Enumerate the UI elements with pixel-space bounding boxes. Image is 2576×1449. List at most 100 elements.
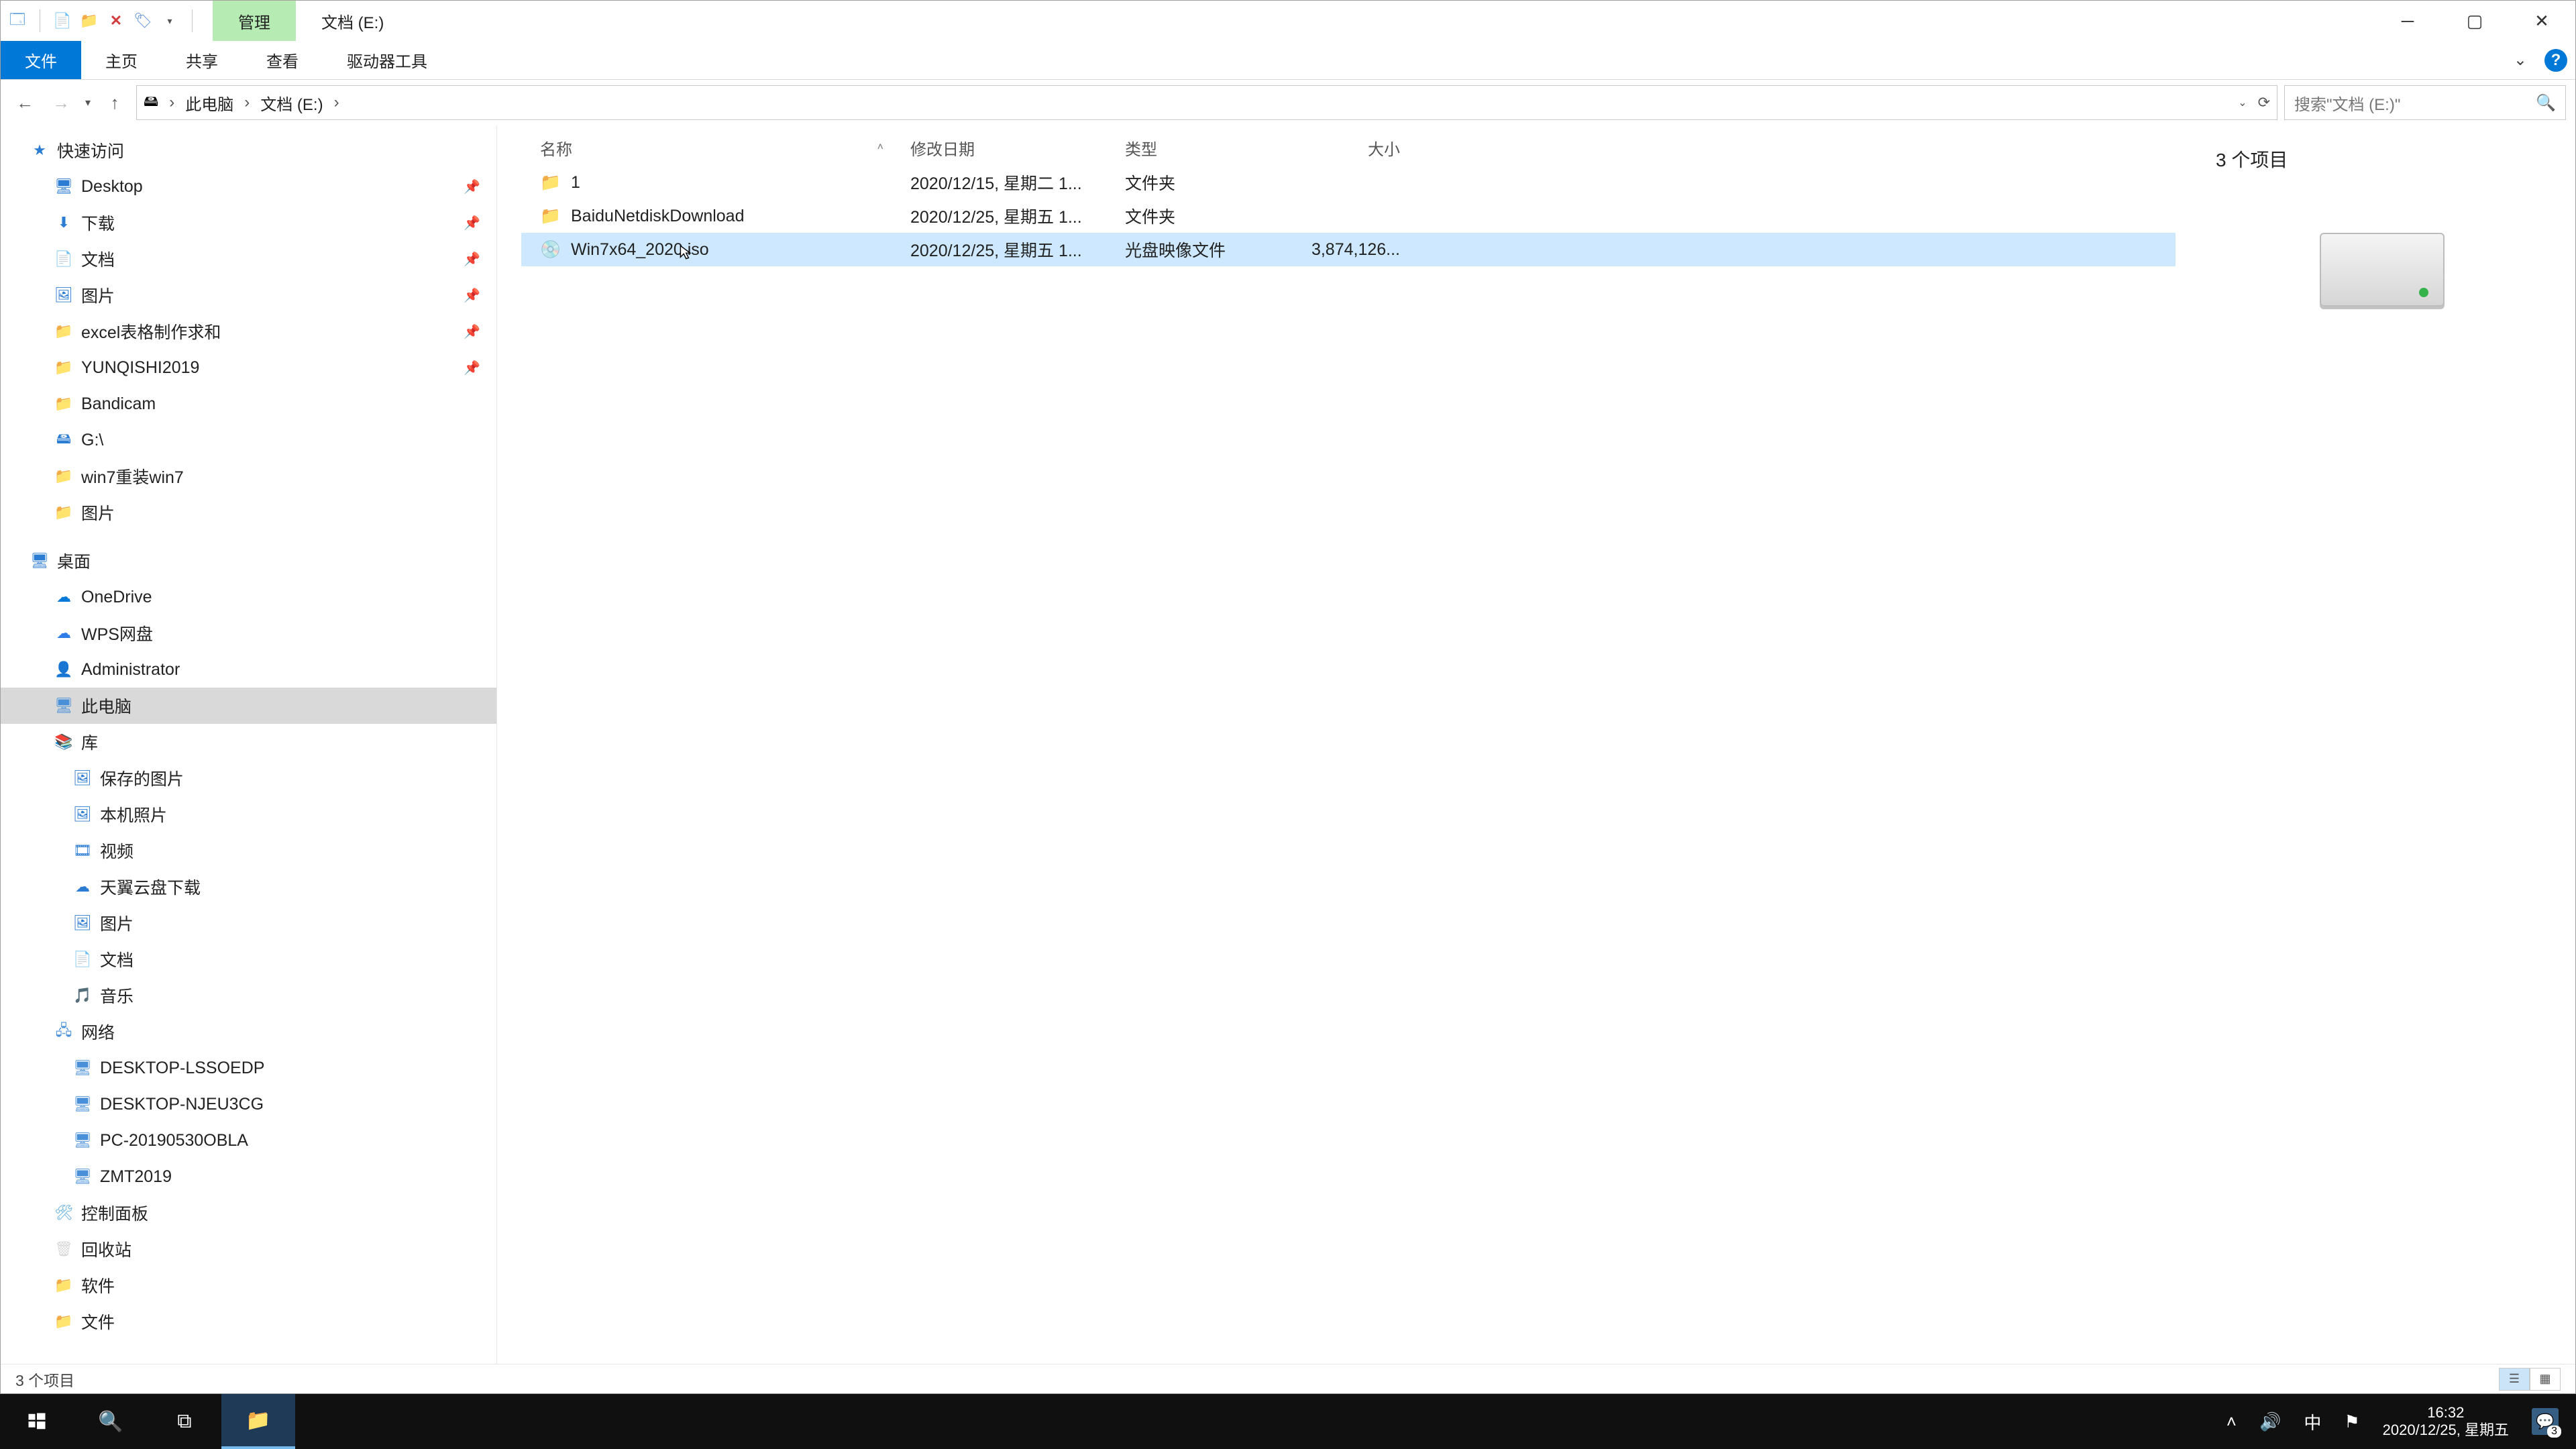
tree-label: YUNQISHI2019 — [81, 358, 199, 378]
tree-thispc[interactable]: 🖥此电脑 — [1, 688, 496, 724]
taskbar-clock[interactable]: 16:32 2020/12/25, 星期五 — [2383, 1404, 2509, 1440]
picture-icon: 🖼 — [73, 769, 92, 788]
preview-title: 3 个项目 — [2216, 146, 2288, 172]
file-row[interactable]: 📁BaiduNetdiskDownload2020/12/25, 星期五 1..… — [521, 199, 2176, 233]
search-icon[interactable]: 🔍 — [2536, 93, 2556, 113]
tree-label: DESKTOP-NJEU3CG — [100, 1095, 264, 1114]
breadcrumb-sep[interactable]: › — [330, 93, 343, 112]
tree-videos[interactable]: 🎞视频 — [1, 833, 496, 869]
tree-downloads[interactable]: ⬇下载📌 — [1, 205, 496, 241]
forward-button[interactable]: → — [46, 88, 76, 117]
tree-quick-access[interactable]: ★快速访问 — [1, 132, 496, 168]
start-button[interactable] — [0, 1394, 74, 1449]
breadcrumb-sep[interactable]: › — [165, 93, 178, 112]
file-row[interactable]: 📁12020/12/15, 星期二 1...文件夹 — [521, 166, 2176, 199]
system-tray: ˄ 🔊 中 ⚑ 16:32 2020/12/25, 星期五 💬3 — [2209, 1394, 2576, 1449]
tree-libraries[interactable]: 📚库 — [1, 724, 496, 760]
security-icon[interactable]: ⚑ — [2344, 1411, 2359, 1432]
delete-icon[interactable]: ✕ — [106, 11, 126, 31]
explorer-taskbar-button[interactable]: 📁 — [221, 1394, 295, 1449]
tree-g-drive[interactable]: 🖴G:\ — [1, 422, 496, 458]
tree-camera-roll[interactable]: 🖼本机照片 — [1, 796, 496, 833]
tree-files[interactable]: 📁文件 — [1, 1303, 496, 1340]
collapse-ribbon-icon[interactable]: ⌄ — [2514, 50, 2527, 70]
tab-drive-tools[interactable]: 驱动器工具 — [323, 41, 451, 79]
tree-onedrive[interactable]: ☁OneDrive — [1, 579, 496, 615]
tree-label: win7重装win7 — [81, 464, 184, 488]
folder-icon: 📁 — [54, 1312, 73, 1331]
navigation-tree[interactable]: ★快速访问 🖥Desktop📌 ⬇下载📌 📄文档📌 🖼图片📌 📁excel表格制… — [1, 125, 497, 1364]
tree-pc3[interactable]: 🖥 PC-20190530OBLA — [1, 1122, 496, 1159]
close-button[interactable]: ✕ — [2508, 1, 2575, 41]
column-date[interactable]: 修改日期 — [910, 136, 1125, 160]
new-folder-icon[interactable]: 📁 — [79, 11, 99, 31]
volume-icon[interactable]: 🔊 — [2259, 1411, 2281, 1432]
tree-desktop-root[interactable]: 🖥桌面 — [1, 543, 496, 579]
task-view-button[interactable]: ⧉ — [148, 1394, 221, 1449]
contextual-tab-manage[interactable]: 管理 — [213, 1, 296, 41]
tree-win7[interactable]: 📁win7重装win7 — [1, 458, 496, 494]
tree-pictures2[interactable]: 📁图片 — [1, 494, 496, 531]
tree-pc4[interactable]: 🖥ZMT2019 — [1, 1159, 496, 1195]
column-size[interactable]: 大小 — [1306, 136, 1413, 160]
tree-recycle[interactable]: 🗑回收站 — [1, 1231, 496, 1267]
tree-wps[interactable]: ☁WPS网盘 — [1, 615, 496, 651]
recent-locations-icon[interactable]: ▾ — [85, 96, 91, 109]
tab-share[interactable]: 共享 — [162, 41, 242, 79]
address-dropdown-icon[interactable]: ⌄ — [2238, 96, 2247, 109]
action-center-button[interactable]: 💬3 — [2532, 1408, 2559, 1435]
column-name[interactable]: 名称˄ — [521, 136, 910, 160]
music-icon: 🎵 — [73, 986, 92, 1005]
tab-view[interactable]: 查看 — [242, 41, 323, 79]
tab-home[interactable]: 主页 — [81, 41, 162, 79]
file-date: 2020/12/15, 星期二 1... — [910, 170, 1125, 195]
tree-music[interactable]: 🎵音乐 — [1, 977, 496, 1014]
search-button[interactable]: 🔍 — [74, 1394, 148, 1449]
tree-yunqishi[interactable]: 📁YUNQISHI2019📌 — [1, 350, 496, 386]
file-list[interactable]: 名称˄ 修改日期 类型 大小 📁12020/12/15, 星期二 1...文件夹… — [497, 125, 2189, 1364]
tray-overflow-icon[interactable]: ˄ — [2226, 1411, 2237, 1432]
refresh-icon[interactable]: ⟳ — [2258, 94, 2270, 111]
tree-control-panel[interactable]: 🛠控制面板 — [1, 1195, 496, 1231]
folder-icon: 📁 — [54, 322, 73, 341]
back-button[interactable]: ← — [10, 88, 40, 117]
tree-tianyi[interactable]: ☁天翼云盘下载 — [1, 869, 496, 905]
app-icon: 🗔 — [7, 11, 28, 31]
minimize-button[interactable]: ─ — [2374, 1, 2441, 41]
view-details-button[interactable]: ☰ — [2499, 1368, 2530, 1391]
breadcrumb-thispc[interactable]: 此电脑 — [185, 91, 233, 115]
tree-label: PC-20190530OBLA — [100, 1131, 248, 1150]
tree-pictures3[interactable]: 🖼图片 — [1, 905, 496, 941]
tree-software[interactable]: 📁软件 — [1, 1267, 496, 1303]
tree-pc2[interactable]: 🖥DESKTOP-NJEU3CG — [1, 1086, 496, 1122]
tree-network[interactable]: 🖧网络 — [1, 1014, 496, 1050]
ime-indicator[interactable]: 中 — [2304, 1409, 2321, 1434]
up-button[interactable]: ↑ — [100, 88, 129, 117]
file-type: 光盘映像文件 — [1125, 237, 1306, 262]
properties-icon[interactable]: 📄 — [52, 11, 72, 31]
tree-documents2[interactable]: 📄文档 — [1, 941, 496, 977]
search-box[interactable]: 搜索"文档 (E:)" 🔍 — [2284, 85, 2566, 120]
tree-pc1[interactable]: 🖥DESKTOP-LSSOEDP — [1, 1050, 496, 1086]
qat-dropdown-icon[interactable]: ▾ — [160, 11, 180, 31]
help-icon[interactable]: ? — [2544, 49, 2567, 72]
tree-saved-pictures[interactable]: 🖼保存的图片 — [1, 760, 496, 796]
file-date: 2020/12/25, 星期五 1... — [910, 204, 1125, 228]
view-icons-button[interactable]: ▦ — [2530, 1368, 2561, 1391]
tree-documents[interactable]: 📄文档📌 — [1, 241, 496, 277]
breadcrumb-drive[interactable]: 文档 (E:) — [260, 91, 323, 115]
tree-pictures[interactable]: 🖼图片📌 — [1, 277, 496, 313]
file-row[interactable]: 💿Win7x64_2020.iso2020/12/25, 星期五 1...光盘映… — [521, 233, 2176, 266]
monitor-icon: 🖥 — [73, 1131, 92, 1150]
folder-icon: 📁 — [54, 503, 73, 522]
tree-bandicam[interactable]: 📁Bandicam — [1, 386, 496, 422]
tab-file[interactable]: 文件 — [1, 41, 81, 79]
column-type[interactable]: 类型 — [1125, 136, 1306, 160]
tree-desktop[interactable]: 🖥Desktop📌 — [1, 168, 496, 205]
rename-icon[interactable]: 🏷 — [133, 11, 153, 31]
breadcrumb-sep[interactable]: › — [240, 93, 254, 112]
maximize-button[interactable]: ▢ — [2441, 1, 2508, 41]
address-bar[interactable]: 🖴 › 此电脑 › 文档 (E:) › ⌄ ⟳ — [136, 85, 2277, 120]
tree-excel[interactable]: 📁excel表格制作求和📌 — [1, 313, 496, 350]
tree-admin[interactable]: 👤Administrator — [1, 651, 496, 688]
